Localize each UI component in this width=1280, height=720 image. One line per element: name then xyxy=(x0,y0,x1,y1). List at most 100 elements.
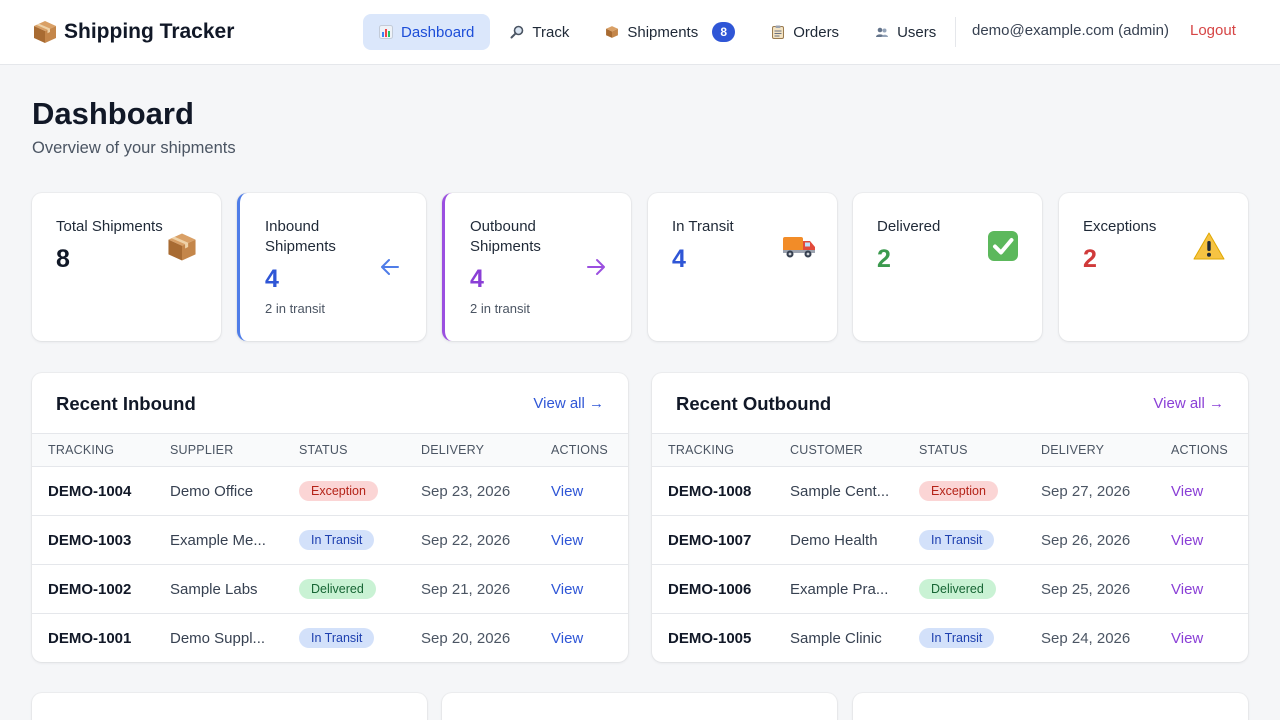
nav-divider xyxy=(955,17,956,47)
panel-title: Recent Outbound xyxy=(676,393,832,414)
status-badge: Exception xyxy=(299,481,378,501)
table-row: DEMO-1005 Sample Clinic In Transit Sep 2… xyxy=(652,614,1248,663)
supplier-name: Demo Office xyxy=(154,466,283,516)
status-cell: Exception xyxy=(903,466,1025,516)
stat-value: 2 xyxy=(1083,245,1097,273)
status-badge: Delivered xyxy=(299,579,376,599)
nav-orders[interactable]: Orders xyxy=(755,14,855,50)
column-header: Status xyxy=(283,433,405,467)
view-link[interactable]: View xyxy=(535,564,628,614)
bottom-card xyxy=(853,693,1248,720)
view-link[interactable]: View xyxy=(1155,614,1248,663)
view-link[interactable]: View xyxy=(535,515,628,565)
delivery-date: Sep 23, 2026 xyxy=(405,466,535,516)
brand[interactable]: Shipping Tracker xyxy=(32,17,234,47)
stat-card-inbound: Inbound Shipments 4 2 in transit xyxy=(237,193,426,341)
stat-card-delivered: Delivered 2 xyxy=(853,193,1042,341)
supplier-name: Demo Suppl... xyxy=(170,629,266,647)
stat-label: Inbound Shipments xyxy=(265,218,336,255)
tracking-number: DEMO-1008 xyxy=(652,466,774,516)
customer-name: Demo Health xyxy=(774,515,903,565)
status-cell: Delivered xyxy=(283,564,405,614)
table-row: DEMO-1002 Sample Labs Delivered Sep 21, … xyxy=(32,564,628,614)
column-header: Delivery xyxy=(1025,433,1155,467)
stat-subtext: 2 in transit xyxy=(470,301,530,316)
page-title: Dashboard xyxy=(32,96,194,131)
nav-users-label: Users xyxy=(897,23,937,41)
status-cell: Delivered xyxy=(903,564,1025,614)
bottom-card xyxy=(442,693,837,720)
status-badge: In Transit xyxy=(299,628,375,649)
table-row: DEMO-1004 Demo Office Exception Sep 23, … xyxy=(32,466,628,516)
arrow-right-icon xyxy=(587,259,605,275)
nav-track-label: Track xyxy=(532,23,570,41)
stat-value: 4 xyxy=(265,265,279,293)
stat-subtext: 2 in transit xyxy=(265,301,325,316)
table-header-row: Tracking Supplier Status Delivery Action… xyxy=(32,433,628,467)
truck-icon xyxy=(783,237,815,258)
status-badge: Delivered xyxy=(919,579,996,599)
tracking-number: DEMO-1005 xyxy=(668,629,752,647)
warning-icon xyxy=(1193,232,1225,260)
table-row: DEMO-1008 Sample Cent... Exception Sep 2… xyxy=(652,466,1248,516)
page-subtitle: Overview of your shipments xyxy=(32,139,236,157)
status-badge: In Transit xyxy=(299,530,375,550)
table-row: DEMO-1007 Demo Health In Transit Sep 26,… xyxy=(652,515,1248,565)
customer-name: Example Pra... xyxy=(774,564,903,614)
nav-users[interactable]: Users xyxy=(859,14,952,50)
column-header: Actions xyxy=(1155,433,1248,467)
stat-label: Delivered xyxy=(877,218,941,235)
stat-label: Total Shipments xyxy=(56,218,163,235)
top-navbar: Shipping Tracker Dashboard Track Shipmen… xyxy=(0,0,1280,65)
stat-card-total: Total Shipments 8 xyxy=(32,193,221,341)
status-badge: Exception xyxy=(919,481,998,501)
column-header: Actions xyxy=(535,433,628,467)
view-all-outbound-link[interactable]: View all → xyxy=(1153,395,1224,412)
stat-value: 8 xyxy=(56,245,70,273)
stat-value: 4 xyxy=(470,265,484,293)
view-link[interactable]: View xyxy=(535,466,628,516)
tracking-number: DEMO-1006 xyxy=(652,564,774,614)
supplier-name: Example Me... xyxy=(154,515,283,565)
stat-label: Outbound Shipments xyxy=(470,218,541,255)
tracking-number: DEMO-1001 xyxy=(48,629,132,647)
status-badge: In Transit xyxy=(919,530,995,550)
status-cell: In Transit xyxy=(283,515,405,565)
inbound-table: Tracking Supplier Status Delivery Action… xyxy=(32,433,628,662)
clipboard-icon xyxy=(772,25,785,39)
delivery-date: Sep 24, 2026 xyxy=(1041,629,1131,647)
view-link[interactable]: View xyxy=(1155,466,1248,516)
column-header: Status xyxy=(903,433,1025,467)
tracking-number: DEMO-1004 xyxy=(32,466,154,516)
nav-shipments[interactable]: Shipments 8 xyxy=(589,14,751,50)
nav-track[interactable]: Track xyxy=(494,14,585,50)
shipments-count-badge: 8 xyxy=(712,22,736,42)
supplier-name: Sample Labs xyxy=(154,564,283,614)
customer-name: Sample Cent... xyxy=(774,466,903,516)
delivery-date: Sep 21, 2026 xyxy=(405,564,535,614)
view-link[interactable]: View xyxy=(1155,515,1248,565)
bar-chart-icon xyxy=(379,25,393,39)
status-cell: In Transit xyxy=(903,614,1025,663)
status-cell: In Transit xyxy=(903,515,1025,565)
tracking-number: DEMO-1007 xyxy=(652,515,774,565)
logout-link[interactable]: Logout xyxy=(1190,22,1236,39)
delivery-date: Sep 22, 2026 xyxy=(405,515,535,565)
table-row: DEMO-1006 Example Pra... Delivered Sep 2… xyxy=(652,564,1248,614)
status-cell: In Transit xyxy=(283,614,405,663)
view-link[interactable]: View xyxy=(535,614,628,663)
stat-value: 4 xyxy=(672,245,686,273)
nav-dashboard-label: Dashboard xyxy=(401,23,475,41)
delivery-date: Sep 26, 2026 xyxy=(1025,515,1155,565)
table-row: DEMO-1001 Demo Suppl... In Transit Sep 2… xyxy=(32,614,628,663)
main-nav: Dashboard Track Shipments 8 Orders Users xyxy=(363,14,956,50)
users-icon xyxy=(876,27,889,37)
package-icon xyxy=(34,21,56,43)
nav-dashboard[interactable]: Dashboard xyxy=(363,14,491,50)
column-header: Tracking xyxy=(652,433,774,467)
app-title: Shipping Tracker xyxy=(64,20,235,43)
view-all-inbound-link[interactable]: View all → xyxy=(533,395,604,412)
column-header: Tracking xyxy=(32,433,154,467)
package-icon xyxy=(168,233,196,261)
view-link[interactable]: View xyxy=(1155,564,1248,614)
